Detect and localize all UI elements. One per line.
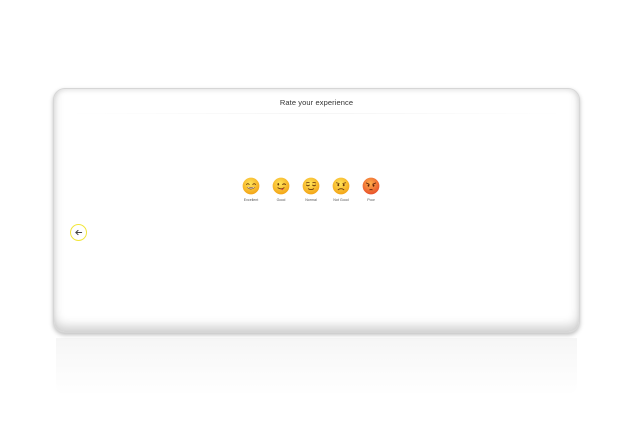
rating-good[interactable]: Good: [271, 177, 291, 202]
back-button[interactable]: [70, 224, 87, 241]
title-divider: [64, 113, 569, 114]
rating-label: Good: [276, 198, 286, 202]
rating-options: Excellent Good Normal Not Good Poor: [241, 177, 381, 202]
rating-excellent[interactable]: Excellent: [241, 177, 261, 202]
angry-face-icon: [362, 177, 380, 195]
grinning-face-icon: [242, 177, 260, 195]
rating-label: Excellent: [243, 198, 259, 202]
rating-dialog: Rate your experience Excellent Good Norm…: [53, 88, 580, 333]
rating-label: Poor: [367, 198, 375, 202]
dialog-title: Rate your experience: [279, 98, 354, 107]
rating-not-good[interactable]: Not Good: [331, 177, 351, 202]
card-reflection: [56, 338, 577, 396]
rating-label: Normal: [305, 198, 317, 202]
arrow-left-icon: [75, 229, 83, 236]
rating-poor[interactable]: Poor: [361, 177, 381, 202]
winking-tongue-face-icon: [272, 177, 290, 195]
screen: Rate your experience Excellent Good Norm…: [0, 0, 640, 426]
relieved-face-icon: [302, 177, 320, 195]
rating-label: Not Good: [333, 198, 349, 202]
rating-normal[interactable]: Normal: [301, 177, 321, 202]
frowning-face-icon: [332, 177, 350, 195]
